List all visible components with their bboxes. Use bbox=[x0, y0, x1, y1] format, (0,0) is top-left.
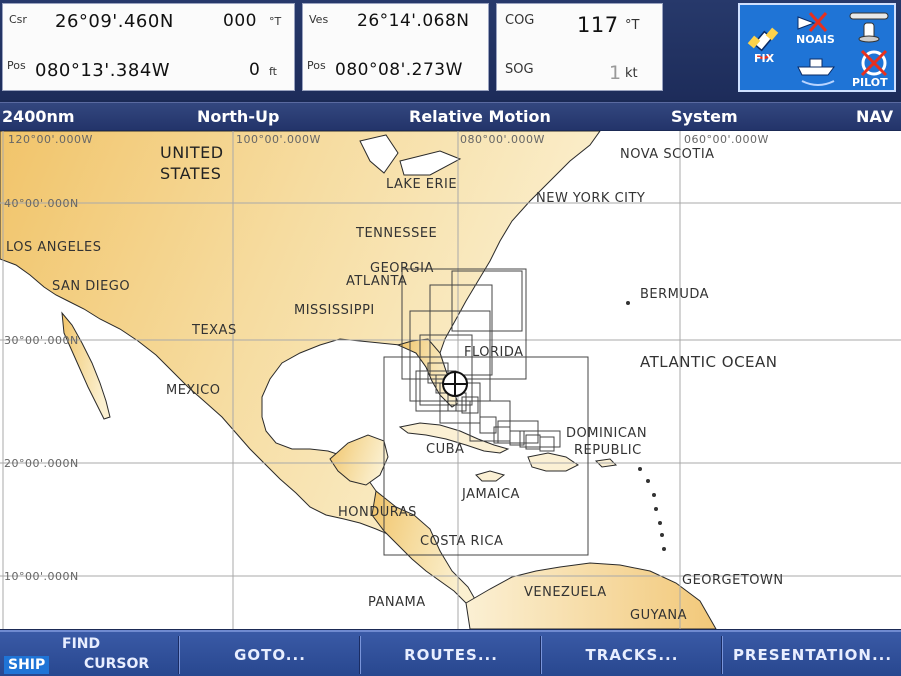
jamaica-island bbox=[475, 470, 506, 482]
map-label-honduras: HONDURAS bbox=[338, 505, 417, 520]
pilot-label: PILOT bbox=[852, 76, 888, 89]
chart-map-graphics bbox=[0, 131, 901, 629]
hispaniola-island bbox=[527, 452, 579, 472]
map-label-lake-erie: LAKE ERIE bbox=[386, 177, 458, 192]
cursor-toggle[interactable]: CURSOR bbox=[84, 656, 149, 672]
map-label-mexico: MEXICO bbox=[166, 383, 221, 398]
map-label-panama: PANAMA bbox=[368, 595, 426, 610]
softkey-divider bbox=[359, 636, 361, 674]
cursor-latitude: 26°09'.460N bbox=[55, 11, 174, 32]
sog-value: 1 bbox=[609, 62, 622, 84]
bermuda-island bbox=[626, 301, 630, 305]
chart-map[interactable]: 120°00'.000W 100°00'.000W 080°00'.000W 0… bbox=[0, 131, 901, 629]
map-label-nova-scotia: NOVA SCOTIA bbox=[620, 147, 715, 162]
map-label-costa-rica: COSTA RICA bbox=[420, 534, 504, 549]
vessel-panel[interactable]: Ves 26°14'.068N Pos 080°08'.273W bbox=[302, 3, 489, 91]
map-label-united: UNITED bbox=[160, 143, 224, 162]
cog-label: COG bbox=[505, 13, 535, 28]
system-menu[interactable]: System bbox=[671, 107, 738, 126]
vessel-latitude: 26°14'.068N bbox=[357, 11, 470, 31]
vessel-position-marker[interactable] bbox=[442, 371, 468, 397]
sog-unit: kt bbox=[625, 66, 638, 81]
map-label-atlantic-ocean: ATLANTIC OCEAN bbox=[640, 353, 778, 371]
grid-label-lon-100: 100°00'.000W bbox=[236, 133, 321, 146]
sog-label: SOG bbox=[505, 62, 534, 77]
fix-label: FIX bbox=[754, 52, 775, 65]
motion-panel[interactable]: COG 117 °T SOG 1 kt bbox=[496, 3, 663, 91]
lesser-antilles bbox=[638, 467, 666, 551]
vessel-radar-icon[interactable] bbox=[794, 53, 842, 87]
grid-label-lon-060: 060°00'.000W bbox=[684, 133, 769, 146]
softkey-bar: SHIP FIND CURSOR GOTO... ROUTES... TRACK… bbox=[0, 630, 901, 676]
vessel-pos-label: Pos bbox=[307, 59, 326, 72]
map-label-republic: REPUBLIC bbox=[574, 443, 642, 458]
grid-label-lat-10: 10°00'.000N bbox=[4, 570, 79, 583]
map-label-mississippi: MISSISSIPPI bbox=[294, 303, 375, 318]
cursor-longitude: 080°13'.384W bbox=[35, 60, 171, 81]
cog-value: 117 bbox=[577, 13, 619, 37]
presentation-button[interactable]: PRESENTATION... bbox=[724, 632, 901, 676]
cursor-range: 0 bbox=[249, 60, 261, 80]
cursor-range-unit: ft bbox=[269, 65, 277, 78]
ship-toggle[interactable]: SHIP bbox=[4, 656, 50, 674]
noais-label: NOAIS bbox=[796, 33, 835, 46]
motion-mode[interactable]: Relative Motion bbox=[409, 107, 551, 126]
map-label-guyana: GUYANA bbox=[630, 608, 688, 623]
cog-unit: °T bbox=[625, 18, 640, 33]
softkey-divider bbox=[540, 636, 542, 674]
map-label-texas: TEXAS bbox=[192, 323, 237, 338]
map-label-san-diego: SAN DIEGO bbox=[52, 279, 131, 294]
antenna-icon[interactable] bbox=[848, 9, 892, 45]
csr-label: Csr bbox=[9, 13, 27, 26]
map-label-florida: FLORIDA bbox=[464, 345, 524, 360]
map-label-tennessee: TENNESSEE bbox=[356, 226, 438, 241]
goto-button[interactable]: GOTO... bbox=[181, 632, 359, 676]
find-ship-cursor-button[interactable]: SHIP FIND CURSOR bbox=[0, 632, 178, 676]
nav-mode[interactable]: NAV bbox=[856, 107, 893, 126]
softkey-divider bbox=[721, 636, 723, 674]
status-icons-panel: FIX NOAIS PILOT bbox=[738, 3, 896, 92]
range-scale[interactable]: 2400nm bbox=[2, 107, 75, 126]
baja-peninsula bbox=[61, 311, 111, 420]
ves-label: Ves bbox=[309, 13, 329, 26]
map-label-new-york: NEW YORK CITY bbox=[536, 191, 646, 206]
grid-label-lon-120: 120°00'.000W bbox=[8, 133, 93, 146]
map-label-bermuda: BERMUDA bbox=[640, 287, 710, 302]
map-label-states: STATES bbox=[160, 164, 222, 183]
cursor-bearing: 000 bbox=[223, 11, 257, 31]
cursor-bearing-unit: °T bbox=[269, 15, 282, 28]
map-label-jamaica: JAMAICA bbox=[462, 487, 520, 502]
map-label-atlanta: ATLANTA bbox=[346, 274, 408, 289]
find-label: FIND bbox=[62, 636, 101, 652]
grid-label-lon-080: 080°00'.000W bbox=[460, 133, 545, 146]
pos-label: Pos bbox=[7, 59, 26, 72]
data-bar: Csr 26°09'.460N 000 °T Pos 080°13'.384W … bbox=[0, 0, 901, 100]
map-label-georgetown: GEORGETOWN bbox=[682, 573, 784, 588]
vessel-longitude: 080°08'.273W bbox=[335, 60, 463, 80]
tracks-button[interactable]: TRACKS... bbox=[543, 632, 721, 676]
grid-label-lat-40: 40°00'.000N bbox=[4, 197, 79, 210]
routes-button[interactable]: ROUTES... bbox=[362, 632, 540, 676]
map-label-los-angeles: LOS ANGELES bbox=[6, 240, 102, 255]
chart-header: 2400nm North-Up Relative Motion System N… bbox=[0, 102, 901, 130]
map-label-venezuela: VENEZUELA bbox=[524, 585, 607, 600]
map-label-dominican: DOMINICAN bbox=[566, 426, 648, 441]
softkey-divider bbox=[178, 636, 180, 674]
pilot-helm-icon[interactable] bbox=[856, 47, 892, 79]
orientation-mode[interactable]: North-Up bbox=[197, 107, 279, 126]
grid-label-lat-30: 30°00'.000N bbox=[4, 334, 79, 347]
cursor-panel[interactable]: Csr 26°09'.460N 000 °T Pos 080°13'.384W … bbox=[2, 3, 295, 91]
map-label-cuba: CUBA bbox=[426, 442, 465, 457]
grid-label-lat-20: 20°00'.000N bbox=[4, 457, 79, 470]
